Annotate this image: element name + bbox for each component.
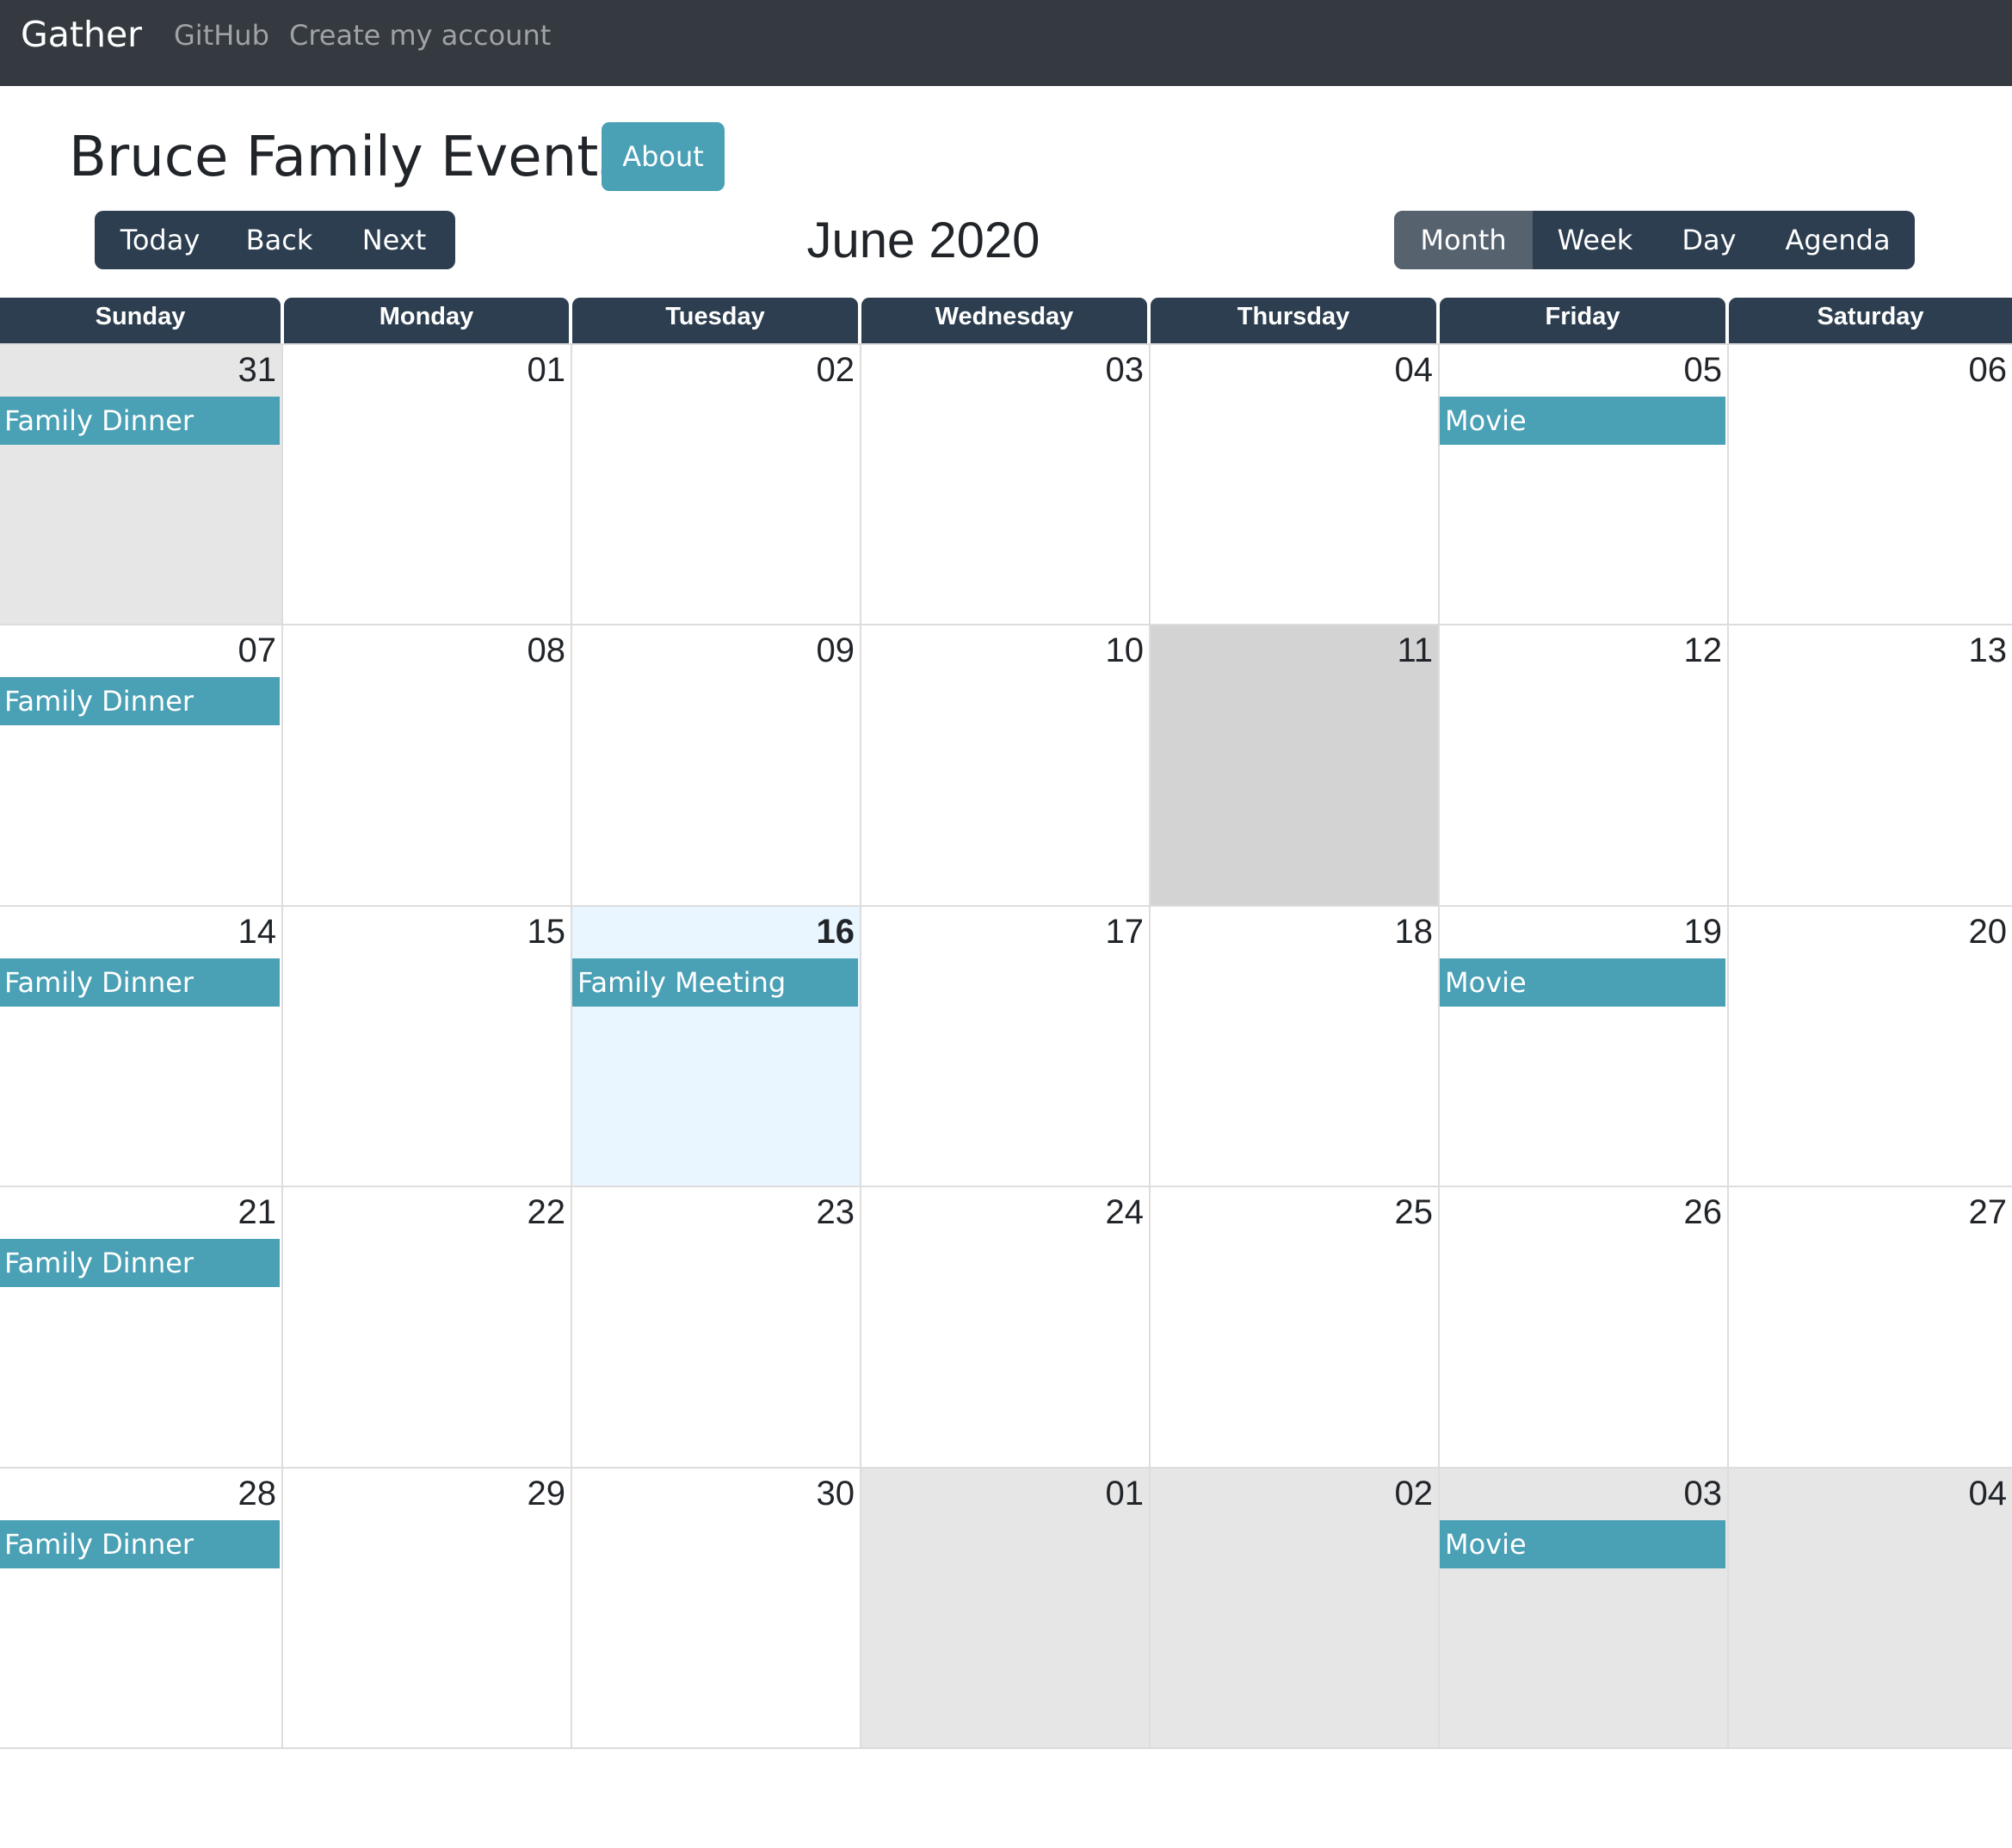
day-cell[interactable]: 18: [1149, 905, 1438, 1186]
day-cell[interactable]: 27: [1727, 1186, 2012, 1467]
day-cell[interactable]: 29: [281, 1467, 571, 1749]
day-cell[interactable]: 30: [571, 1467, 860, 1749]
weekday-header-tuesday: Tuesday: [572, 298, 858, 343]
day-cell[interactable]: 12: [1438, 624, 1727, 905]
date-number[interactable]: 04: [1395, 350, 1434, 390]
date-number[interactable]: 05: [1684, 350, 1723, 390]
day-cell[interactable]: 04: [1149, 343, 1438, 624]
day-cell[interactable]: 20: [1727, 905, 2012, 1186]
day-cell[interactable]: 13: [1727, 624, 2012, 905]
day-cell[interactable]: 09: [571, 624, 860, 905]
date-number[interactable]: 25: [1395, 1192, 1434, 1232]
day-cell[interactable]: 19 Movie: [1438, 905, 1727, 1186]
day-cell[interactable]: 31 Family Dinner: [0, 343, 281, 624]
date-number[interactable]: 28: [238, 1474, 277, 1513]
date-number[interactable]: 24: [1106, 1192, 1145, 1232]
day-cell[interactable]: 28 Family Dinner: [0, 1467, 281, 1749]
date-number[interactable]: 22: [528, 1192, 566, 1232]
date-number[interactable]: 13: [1969, 631, 2008, 670]
date-number[interactable]: 03: [1106, 350, 1145, 390]
date-number[interactable]: 14: [238, 912, 277, 952]
calendar-event[interactable]: Family Dinner: [0, 1520, 280, 1568]
date-number[interactable]: 26: [1684, 1192, 1723, 1232]
day-cell[interactable]: 01: [281, 343, 571, 624]
date-number[interactable]: 12: [1684, 631, 1723, 670]
calendar-event[interactable]: Movie: [1440, 1520, 1725, 1568]
day-cell[interactable]: 24: [860, 1186, 1149, 1467]
day-cell[interactable]: 25: [1149, 1186, 1438, 1467]
date-number[interactable]: 02: [817, 350, 855, 390]
date-number[interactable]: 06: [1969, 350, 2008, 390]
calendar-event[interactable]: Movie: [1440, 397, 1725, 445]
date-number[interactable]: 07: [238, 631, 277, 670]
day-cell[interactable]: 26: [1438, 1186, 1727, 1467]
weekday-header-sunday: Sunday: [0, 298, 281, 343]
calendar-event[interactable]: Family Dinner: [0, 397, 280, 445]
date-number[interactable]: 23: [817, 1192, 855, 1232]
weekday-header-thursday: Thursday: [1151, 298, 1436, 343]
day-cell[interactable]: 07 Family Dinner: [0, 624, 281, 905]
date-number[interactable]: 08: [528, 631, 566, 670]
day-cell[interactable]: 15: [281, 905, 571, 1186]
calendar-event[interactable]: Family Dinner: [0, 677, 280, 725]
month-calendar: Sunday Monday Tuesday Wednesday Thursday Frid…: [0, 0, 2012, 1848]
weekday-header-monday: Monday: [284, 298, 569, 343]
day-cell[interactable]: 23: [571, 1186, 860, 1467]
date-number[interactable]: 27: [1969, 1192, 2008, 1232]
day-cell[interactable]: 02: [571, 343, 860, 624]
date-number[interactable]: 02: [1395, 1474, 1434, 1513]
day-cell[interactable]: 22: [281, 1186, 571, 1467]
weekday-header-wednesday: Wednesday: [861, 298, 1147, 343]
day-cell[interactable]: 01: [860, 1467, 1149, 1749]
date-number[interactable]: 31: [238, 350, 277, 390]
date-number[interactable]: 21: [238, 1192, 277, 1232]
date-number[interactable]: 10: [1106, 631, 1145, 670]
date-number[interactable]: 11: [1397, 631, 1433, 670]
calendar-event[interactable]: Family Dinner: [0, 1239, 280, 1287]
day-cell[interactable]: 10: [860, 624, 1149, 905]
day-cell[interactable]: 03 Movie: [1438, 1467, 1727, 1749]
day-cell[interactable]: 11: [1149, 624, 1438, 905]
day-cell[interactable]: 16 Family Meeting: [571, 905, 860, 1186]
day-cell[interactable]: 17: [860, 905, 1149, 1186]
day-cell[interactable]: 03: [860, 343, 1149, 624]
day-cell[interactable]: 02: [1149, 1467, 1438, 1749]
weekday-header-friday: Friday: [1440, 298, 1725, 343]
day-cell[interactable]: 21 Family Dinner: [0, 1186, 281, 1467]
date-number[interactable]: 20: [1969, 912, 2008, 952]
date-number[interactable]: 01: [1106, 1474, 1145, 1513]
date-number[interactable]: 18: [1395, 912, 1434, 952]
date-number[interactable]: 29: [528, 1474, 566, 1513]
date-number[interactable]: 04: [1969, 1474, 2008, 1513]
date-number[interactable]: 30: [817, 1474, 855, 1513]
date-number[interactable]: 03: [1684, 1474, 1723, 1513]
date-number[interactable]: 15: [528, 912, 566, 952]
date-number[interactable]: 01: [528, 350, 566, 390]
calendar-event[interactable]: Movie: [1440, 958, 1725, 1007]
date-number[interactable]: 19: [1684, 912, 1723, 952]
date-number[interactable]: 09: [817, 631, 855, 670]
day-cell[interactable]: 04: [1727, 1467, 2012, 1749]
day-cell[interactable]: 05 Movie: [1438, 343, 1727, 624]
date-number[interactable]: 16: [817, 912, 855, 952]
calendar-event[interactable]: Family Dinner: [0, 958, 280, 1007]
date-number[interactable]: 17: [1106, 912, 1145, 952]
day-cell[interactable]: 08: [281, 624, 571, 905]
calendar-event[interactable]: Family Meeting: [572, 958, 858, 1007]
day-cell[interactable]: 06: [1727, 343, 2012, 624]
weekday-header-saturday: Saturday: [1729, 298, 2012, 343]
day-cell[interactable]: 14 Family Dinner: [0, 905, 281, 1186]
